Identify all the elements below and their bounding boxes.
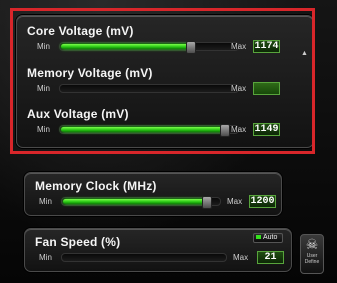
memory-clock-value[interactable]: 1200 bbox=[249, 195, 276, 208]
user-define-button[interactable]: ☠ User Define bbox=[300, 234, 324, 274]
fan-speed-max-label: Max bbox=[233, 253, 249, 262]
fan-speed-panel: Fan Speed (%) Auto Min Max 21 bbox=[24, 228, 292, 272]
fan-speed-min-label: Min bbox=[39, 253, 52, 262]
memory-clock-thumb[interactable] bbox=[202, 196, 212, 209]
fan-speed-slider[interactable] bbox=[61, 253, 227, 262]
memory-clock-max-label: Max bbox=[227, 197, 243, 206]
fan-speed-value[interactable]: 21 bbox=[257, 251, 284, 264]
memory-clock-fill bbox=[63, 199, 207, 204]
memory-clock-min-label: Min bbox=[39, 197, 52, 206]
user-define-label-2: Define bbox=[304, 259, 320, 265]
fan-speed-title: Fan Speed (%) bbox=[35, 235, 121, 249]
memory-clock-slider[interactable] bbox=[61, 196, 221, 209]
skull-icon: ☠ bbox=[305, 236, 319, 252]
memory-clock-panel: Memory Clock (MHz) Min Max 1200 bbox=[24, 172, 282, 216]
memory-clock-title: Memory Clock (MHz) bbox=[35, 179, 157, 193]
fan-auto-label: Auto bbox=[263, 234, 278, 241]
auto-led-icon bbox=[256, 235, 261, 240]
fan-auto-button[interactable]: Auto bbox=[253, 233, 283, 243]
highlight-box bbox=[10, 8, 315, 154]
